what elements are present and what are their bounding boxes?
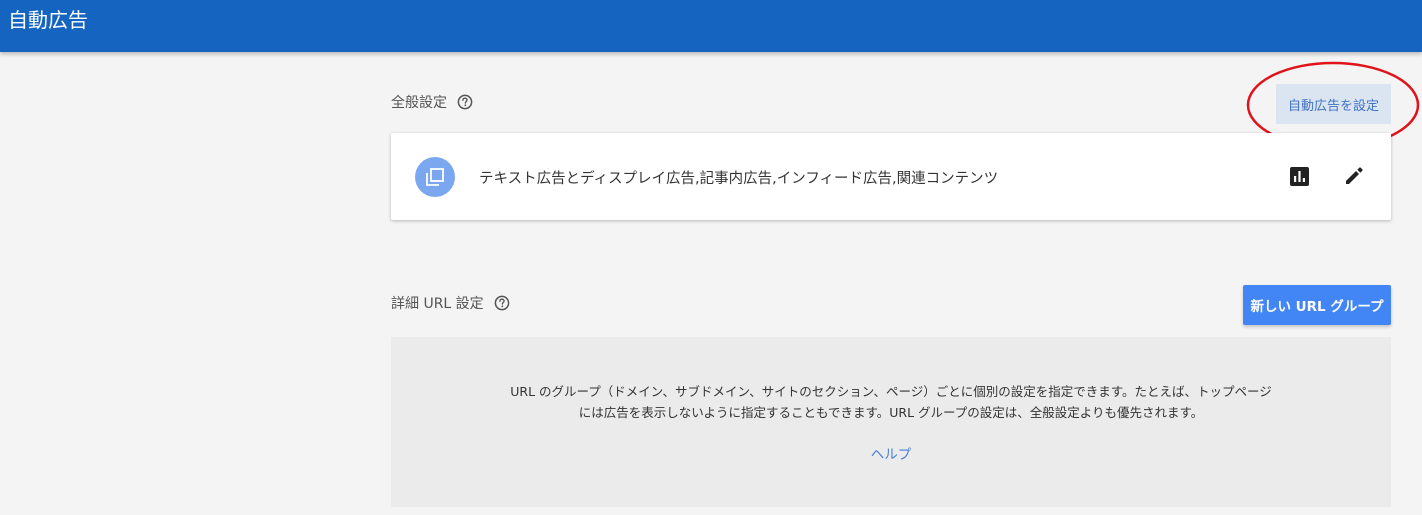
- url-group-info-panel: URL のグループ（ドメイン、サブドメイン、サイトのセクション、ページ）ごとに個…: [391, 337, 1391, 507]
- advanced-url-settings-heading: 詳細 URL 設定: [391, 296, 484, 312]
- help-circle-icon[interactable]: [457, 94, 473, 110]
- ad-formats-summary: テキスト広告とディスプレイ広告,記事内広告,インフィード広告,関連コンテンツ: [479, 171, 999, 187]
- app-header: 自動広告: [0, 0, 1422, 52]
- advanced-url-settings-header: 詳細 URL 設定: [391, 293, 510, 313]
- url-group-description-line: には広告を表示しないように指定することもできます。URL グループの設定は、全般…: [578, 405, 1204, 420]
- help-circle-icon[interactable]: [494, 295, 510, 311]
- general-settings-heading: 全般設定: [391, 95, 447, 111]
- url-group-description-line: URL のグループ（ドメイン、サブドメイン、サイトのセクション、ページ）ごとに個…: [510, 384, 1272, 399]
- help-link[interactable]: ヘルプ: [391, 443, 1391, 463]
- general-settings-card: テキスト広告とディスプレイ広告,記事内広告,インフィード広告,関連コンテンツ: [391, 133, 1391, 220]
- ad-formats-icon: [415, 157, 455, 197]
- new-url-group-button[interactable]: 新しい URL グループ: [1243, 285, 1391, 325]
- general-settings-header: 全般設定: [391, 92, 473, 112]
- bar-chart-icon[interactable]: [1288, 165, 1310, 187]
- url-group-description: URL のグループ（ドメイン、サブドメイン、サイトのセクション、ページ）ごとに個…: [431, 381, 1351, 423]
- page-title: 自動広告: [8, 8, 88, 32]
- edit-pencil-icon[interactable]: [1343, 165, 1365, 187]
- set-auto-ads-button[interactable]: 自動広告を設定: [1276, 84, 1391, 124]
